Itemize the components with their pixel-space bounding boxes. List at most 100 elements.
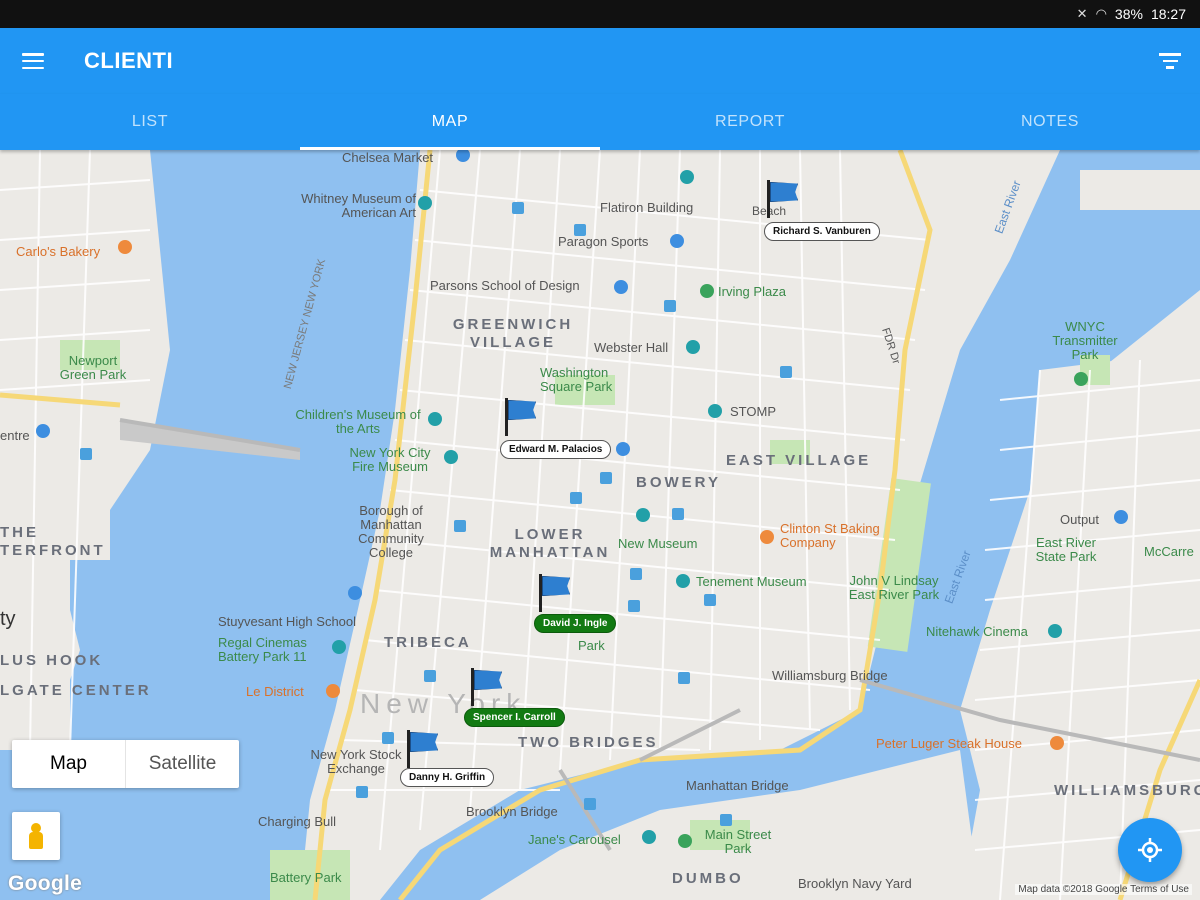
- flag-icon: [468, 668, 502, 706]
- place-label: Newport Green Park: [59, 353, 127, 382]
- place-label: New York Stock Exchange: [310, 747, 402, 776]
- poi-pin-icon: [670, 234, 684, 248]
- place-label: Manhattan Bridge: [686, 778, 789, 793]
- place-label: Chelsea Market: [342, 150, 434, 165]
- filter-button[interactable]: [1158, 50, 1182, 72]
- subway-icon: [574, 224, 586, 236]
- area-label: WILLIAMSBURG: [1054, 782, 1200, 799]
- subway-icon: [672, 508, 684, 520]
- place-label: Paragon Sports: [558, 234, 649, 249]
- crosshair-icon: [1138, 838, 1162, 862]
- subway-icon: [356, 786, 368, 798]
- hamburger-icon: [22, 53, 44, 69]
- place-label: Clinton St Baking Company: [780, 521, 880, 550]
- subway-icon: [570, 492, 582, 504]
- poi-pin-icon: [700, 284, 714, 298]
- map-view[interactable]: Chelsea Market Whitney Museum of America…: [0, 150, 1200, 900]
- tab-report[interactable]: REPORT: [600, 94, 900, 150]
- tab-list[interactable]: LIST: [0, 94, 300, 150]
- flag-icon: [502, 398, 536, 436]
- tab-bar: LIST MAP REPORT NOTES: [0, 94, 1200, 150]
- area-label: LUS HOOK: [0, 652, 104, 669]
- place-label: Stuyvesant High School: [218, 614, 357, 629]
- poi-pin-icon: [1114, 510, 1128, 524]
- place-label: Irving Plaza: [718, 284, 786, 299]
- place-label: Regal Cinemas Battery Park 11: [218, 635, 307, 664]
- subway-icon: [720, 814, 732, 826]
- map-attribution[interactable]: Map data ©2018 Google Terms of Use: [1015, 884, 1192, 895]
- street-view-button[interactable]: [12, 812, 60, 860]
- subway-icon: [704, 594, 716, 606]
- poi-pin-icon: [444, 450, 458, 464]
- place-label: Jane's Carousel: [528, 832, 621, 847]
- tab-notes[interactable]: NOTES: [900, 94, 1200, 150]
- place-label: Brooklyn Bridge: [466, 804, 558, 819]
- my-location-button[interactable]: [1118, 818, 1182, 882]
- poi-pin-icon: [642, 830, 656, 844]
- status-bar: ✕ ◠ 38% 18:27: [0, 0, 1200, 28]
- place-label: John V Lindsay East River Park: [848, 573, 940, 602]
- place-label: Flatiron Building: [600, 200, 694, 215]
- poi-pin-icon: [616, 442, 630, 456]
- place-label: McCarre: [1144, 544, 1194, 559]
- subway-icon: [424, 670, 436, 682]
- place-label: Park: [578, 638, 605, 653]
- subway-icon: [664, 300, 676, 312]
- place-label: Output: [1060, 512, 1100, 527]
- poi-pin-icon: [686, 340, 700, 354]
- place-label: Williamsburg Bridge: [772, 668, 888, 683]
- poi-pin-icon: [1074, 372, 1088, 386]
- poi-pin-icon: [708, 404, 722, 418]
- map-type-satellite-button[interactable]: Satellite: [125, 740, 239, 788]
- subway-icon: [628, 600, 640, 612]
- subway-icon: [512, 202, 524, 214]
- page-title: CLIENTI: [84, 48, 174, 73]
- battery-level: 38%: [1114, 6, 1143, 22]
- place-label: Battery Park: [270, 870, 342, 885]
- place-label: Borough of Manhattan Community College: [358, 503, 424, 560]
- area-label: LOWER MANHATTAN: [489, 526, 611, 561]
- subway-icon: [382, 732, 394, 744]
- place-label: STOMP: [730, 404, 776, 419]
- poi-pin-icon: [760, 530, 774, 544]
- area-label: BOWERY: [636, 474, 721, 491]
- place-label: Le District: [246, 684, 304, 699]
- area-label: EAST VILLAGE: [726, 452, 872, 469]
- client-label[interactable]: Edward M. Palacios: [500, 440, 612, 459]
- area-label: DUMBO: [672, 870, 744, 887]
- poi-pin-icon: [348, 586, 362, 600]
- poi-pin-icon: [326, 684, 340, 698]
- subway-icon: [780, 366, 792, 378]
- subway-icon: [678, 672, 690, 684]
- place-label: Whitney Museum of American Art: [301, 191, 416, 220]
- app-bar: CLIENTI: [0, 28, 1200, 94]
- poi-pin-icon: [332, 640, 346, 654]
- place-label: New Museum: [618, 536, 698, 551]
- tab-map[interactable]: MAP: [300, 94, 600, 150]
- place-label: Tenement Museum: [696, 574, 807, 589]
- subway-icon: [80, 448, 92, 460]
- google-logo: Google: [8, 872, 83, 895]
- client-label[interactable]: Danny H. Griffin: [400, 768, 495, 787]
- poi-pin-icon: [428, 412, 442, 426]
- client-label[interactable]: Richard S. Vanburen: [764, 222, 880, 241]
- menu-button[interactable]: [0, 28, 66, 94]
- poi-pin-icon: [636, 508, 650, 522]
- place-label: Peter Luger Steak House: [876, 736, 1022, 751]
- map-type-map-button[interactable]: Map: [12, 740, 125, 788]
- place-label: Washington Square Park: [540, 365, 613, 394]
- poi-pin-icon: [1048, 624, 1062, 638]
- subway-icon: [584, 798, 596, 810]
- subway-icon: [600, 472, 612, 484]
- place-label: entre: [0, 428, 30, 443]
- place-label: Main Street Park: [704, 827, 772, 856]
- client-label[interactable]: Spencer I. Carroll: [464, 708, 565, 727]
- place-label: Webster Hall: [594, 340, 669, 355]
- place-label: Children's Museum of the Arts: [295, 407, 421, 436]
- mute-icon: ✕: [1076, 6, 1088, 21]
- pegman-icon: [29, 823, 43, 849]
- poi-pin-icon: [676, 574, 690, 588]
- place-label: ty: [0, 608, 16, 630]
- client-label[interactable]: David J. Ingle: [534, 614, 617, 633]
- subway-icon: [630, 568, 642, 580]
